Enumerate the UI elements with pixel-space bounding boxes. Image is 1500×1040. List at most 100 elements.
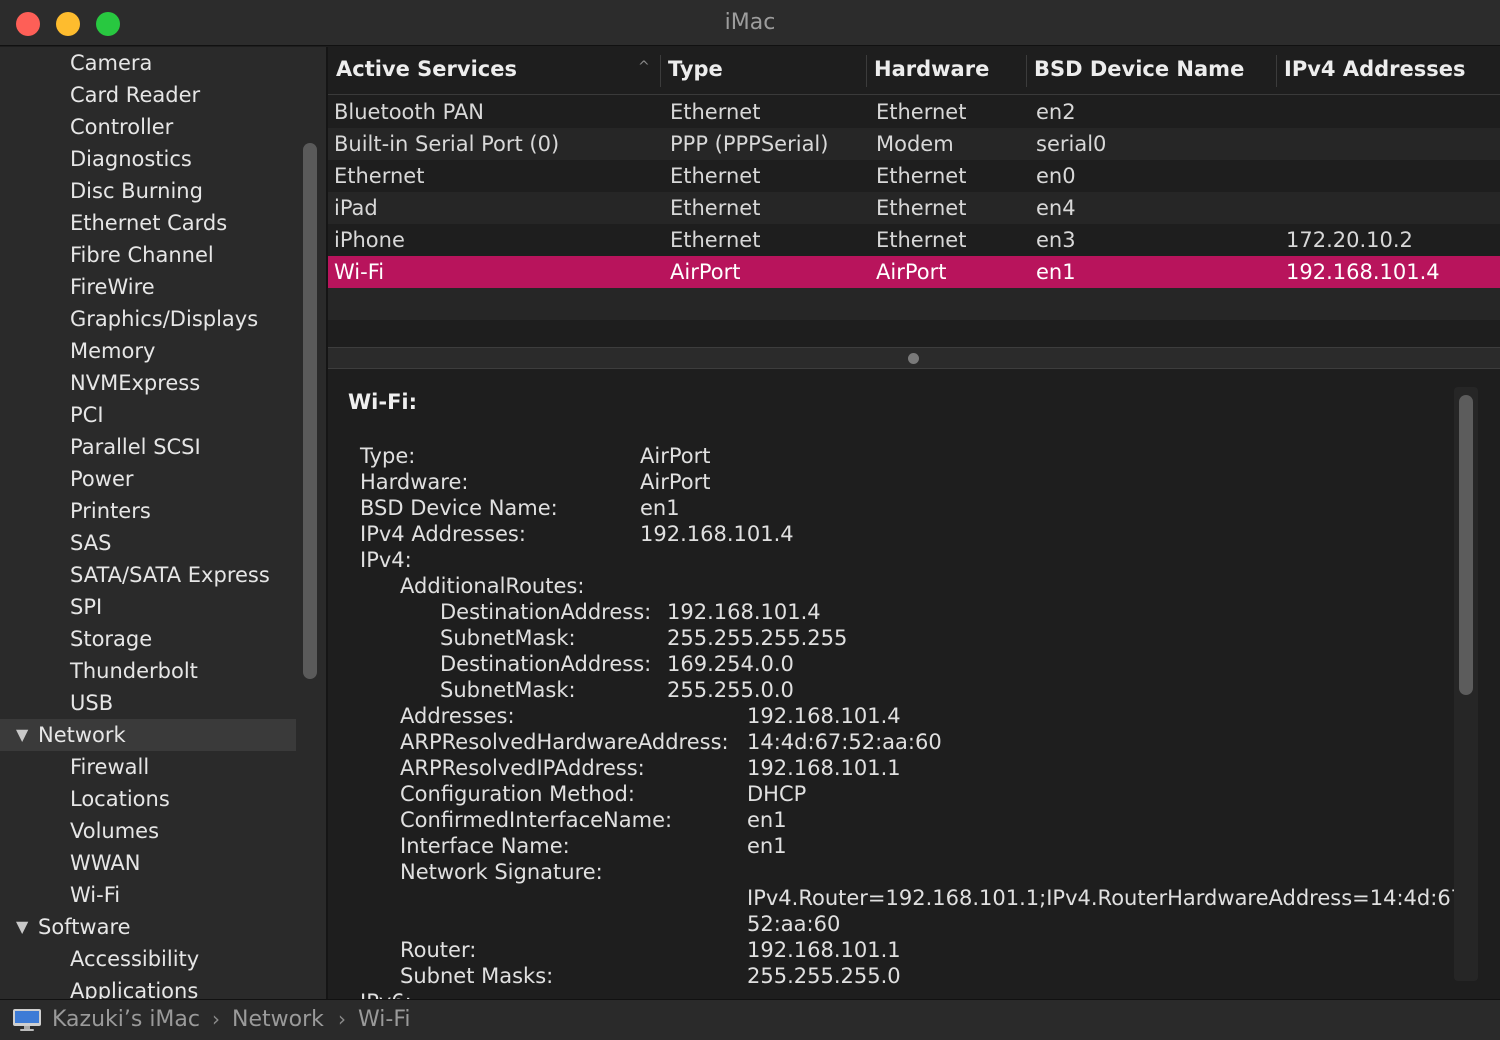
- table-row[interactable]: Built-in Serial Port (0) PPP (PPPSerial) M…: [328, 128, 1500, 160]
- detail-label: ARPResolvedHardwareAddress:: [400, 730, 729, 754]
- sidebar-item-label: Camera: [70, 51, 153, 75]
- sidebar-scrollbar[interactable]: [296, 47, 326, 999]
- sidebar-item-label: Firewall: [70, 755, 150, 779]
- sidebar-item-nvmexpress[interactable]: NVMExpress: [0, 367, 296, 399]
- sidebar-item-usb[interactable]: USB: [0, 687, 296, 719]
- column-divider[interactable]: [660, 55, 661, 87]
- sidebar-item-label: Fibre Channel: [70, 243, 214, 267]
- detail-label: BSD Device Name:: [360, 496, 558, 520]
- column-divider[interactable]: [866, 55, 867, 87]
- sidebar-item-network[interactable]: ▼ Network: [0, 719, 296, 751]
- breadcrumb-item-computer[interactable]: Kazuki’s iMac: [52, 1007, 200, 1032]
- detail-value: 14:4d:67:52:aa:60: [747, 730, 942, 754]
- split-handle-icon[interactable]: [908, 353, 919, 364]
- sidebar-item-camera[interactable]: Camera: [0, 47, 296, 79]
- sidebar-item-firewire[interactable]: FireWire: [0, 271, 296, 303]
- column-divider[interactable]: [1276, 55, 1277, 87]
- sidebar-item-power[interactable]: Power: [0, 463, 296, 495]
- column-header-bsd-device-name[interactable]: BSD Device Name: [1034, 57, 1244, 81]
- cell-hardware: Ethernet: [876, 164, 967, 188]
- detail-value: en1: [747, 808, 787, 832]
- column-header-ipv4-addresses[interactable]: IPv4 Addresses: [1284, 57, 1465, 81]
- sidebar-item-spi[interactable]: SPI: [0, 591, 296, 623]
- detail-label: IPv4 Addresses:: [360, 522, 526, 546]
- table-row-empty: [328, 288, 1500, 320]
- sidebar-item-software[interactable]: ▼ Software: [0, 911, 296, 943]
- cell-active-service: Built-in Serial Port (0): [334, 132, 560, 156]
- detail-label: Configuration Method:: [400, 782, 635, 806]
- sidebar-item-firewall[interactable]: Firewall: [0, 751, 296, 783]
- breadcrumb-separator: ›: [212, 1007, 220, 1031]
- sidebar-item-volumes[interactable]: Volumes: [0, 815, 296, 847]
- sidebar-item-label: Parallel SCSI: [70, 435, 201, 459]
- sidebar-item-wi-fi[interactable]: Wi-Fi: [0, 879, 296, 911]
- cell-type: Ethernet: [670, 164, 761, 188]
- detail-label: SubnetMask:: [440, 678, 576, 702]
- cell-type: Ethernet: [670, 228, 761, 252]
- table-row[interactable]: iPad Ethernet Ethernet en4: [328, 192, 1500, 224]
- column-header-active-services[interactable]: Active Services: [336, 57, 517, 81]
- breadcrumb-item-wifi[interactable]: Wi-Fi: [358, 1007, 411, 1032]
- sidebar-item-locations[interactable]: Locations: [0, 783, 296, 815]
- table-row[interactable]: iPhone Ethernet Ethernet en3 172.20.10.2: [328, 224, 1500, 256]
- sidebar-item-storage[interactable]: Storage: [0, 623, 296, 655]
- cell-type: Ethernet: [670, 196, 761, 220]
- sidebar-item-pci[interactable]: PCI: [0, 399, 296, 431]
- cell-ipv4-address: 172.20.10.2: [1286, 228, 1413, 252]
- column-header-type[interactable]: Type: [668, 57, 723, 81]
- sidebar-item-wwan[interactable]: WWAN: [0, 847, 296, 879]
- sidebar-item-label: Locations: [70, 787, 170, 811]
- breadcrumb-item-network[interactable]: Network: [232, 1007, 324, 1032]
- detail-value: AirPort: [640, 444, 711, 468]
- cell-hardware: Ethernet: [876, 228, 967, 252]
- sidebar-item-sas[interactable]: SAS: [0, 527, 296, 559]
- sidebar-item-card-reader[interactable]: Card Reader: [0, 79, 296, 111]
- cell-active-service: iPhone: [334, 228, 405, 252]
- sidebar-item-accessibility[interactable]: Accessibility: [0, 943, 296, 975]
- detail-label: Network Signature:: [400, 860, 603, 884]
- sidebar-item-graphics-displays[interactable]: Graphics/Displays: [0, 303, 296, 335]
- detail-label: DestinationAddress:: [440, 652, 652, 676]
- sidebar-item-thunderbolt[interactable]: Thunderbolt: [0, 655, 296, 687]
- sidebar-item-disc-burning[interactable]: Disc Burning: [0, 175, 296, 207]
- table-row[interactable]: Wi-Fi AirPort AirPort en1 192.168.101.4: [328, 256, 1500, 288]
- sidebar-item-diagnostics[interactable]: Diagnostics: [0, 143, 296, 175]
- sidebar-item-label: USB: [70, 691, 114, 715]
- column-header-hardware[interactable]: Hardware: [874, 57, 989, 81]
- split-view-divider[interactable]: [328, 347, 1500, 369]
- cell-type: AirPort: [670, 260, 741, 284]
- cell-type: PPP (PPPSerial): [670, 132, 829, 156]
- column-divider[interactable]: [1026, 55, 1027, 87]
- sidebar-scrollbar-thumb[interactable]: [303, 143, 317, 679]
- detail-label: ARPResolvedIPAddress:: [400, 756, 645, 780]
- sidebar-item-label: Diagnostics: [70, 147, 192, 171]
- detail-value: 52:aa:60: [747, 912, 841, 936]
- disclosure-triangle-icon[interactable]: ▼: [16, 719, 28, 751]
- sidebar-item-applications[interactable]: Applications: [0, 975, 296, 999]
- sidebar-item-label: Controller: [70, 115, 174, 139]
- cell-active-service: Bluetooth PAN: [334, 100, 485, 124]
- sidebar-item-memory[interactable]: Memory: [0, 335, 296, 367]
- cell-hardware: Ethernet: [876, 100, 967, 124]
- system-information-window: iMac Camera Card Reader Controller Diagnost…: [0, 0, 1500, 1040]
- detail-value: en1: [747, 834, 787, 858]
- detail-label: Interface Name:: [400, 834, 570, 858]
- sidebar-item-printers[interactable]: Printers: [0, 495, 296, 527]
- detail-value: 192.168.101.1: [747, 938, 901, 962]
- disclosure-triangle-icon[interactable]: ▼: [16, 911, 28, 943]
- table-row[interactable]: Ethernet Ethernet Ethernet en0: [328, 160, 1500, 192]
- sidebar-item-ethernet-cards[interactable]: Ethernet Cards: [0, 207, 296, 239]
- window-title: iMac: [724, 10, 776, 35]
- sidebar-item-parallel-scsi[interactable]: Parallel SCSI: [0, 431, 296, 463]
- sidebar-item-fibre-channel[interactable]: Fibre Channel: [0, 239, 296, 271]
- sidebar-item-label: Network: [38, 723, 126, 747]
- sidebar-item-sata-sata-express[interactable]: SATA/SATA Express: [0, 559, 296, 591]
- detail-value: DHCP: [747, 782, 807, 806]
- sidebar-item-label: Storage: [70, 627, 153, 651]
- detail-scrollbar-thumb[interactable]: [1459, 395, 1473, 695]
- sidebar-item-label: Ethernet Cards: [70, 211, 228, 235]
- table-row[interactable]: Bluetooth PAN Ethernet Ethernet en2: [328, 96, 1500, 128]
- detail-scrollbar[interactable]: [1454, 387, 1478, 981]
- sidebar-item-label: Power: [70, 467, 134, 491]
- sidebar-item-controller[interactable]: Controller: [0, 111, 296, 143]
